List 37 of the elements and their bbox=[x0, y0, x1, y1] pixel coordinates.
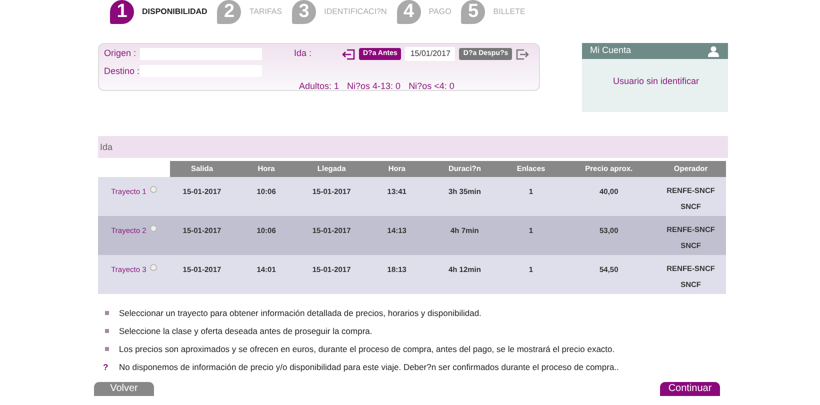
date-field[interactable]: 15/01/2017 bbox=[405, 47, 456, 61]
step-label: PAGO bbox=[428, 6, 452, 18]
bullet-icon bbox=[105, 329, 109, 333]
passenger-count: Adultos: 1 bbox=[299, 80, 340, 93]
question-mark: ? bbox=[103, 360, 110, 374]
passenger-count: Ni?os <4: 0 bbox=[408, 80, 454, 93]
step-number: 2 bbox=[217, 0, 242, 24]
note-text: Seleccionar un trayecto para obtener información detallada de precios, horarios y disponibilidad. bbox=[119, 306, 482, 320]
step-label: IDENTIFICACI?N bbox=[324, 6, 387, 18]
enter-arrow-icon[interactable] bbox=[342, 48, 355, 60]
exit-arrow-icon[interactable] bbox=[516, 48, 530, 60]
note-text: Seleccione la clase y oferta deseada antes de proseguir la compra. bbox=[119, 324, 372, 338]
user-icon bbox=[707, 46, 720, 56]
account-title: Mi Cuenta bbox=[590, 44, 632, 58]
field-label: Destino : bbox=[104, 64, 140, 78]
step-number: 1 bbox=[110, 0, 134, 24]
outbound-label: Ida : bbox=[294, 47, 313, 60]
bullet-icon bbox=[105, 311, 109, 315]
note-text: No disponemos de información de precio y/o disponibilidad para este viaje. Deber?n ser confirmados durante el proceso de compra.. bbox=[119, 360, 619, 374]
step-number: 5 bbox=[461, 0, 486, 24]
passenger-count: Ni?os 4-13: 0 bbox=[347, 80, 401, 93]
step-label: BILLETE bbox=[493, 6, 526, 18]
origin-field[interactable] bbox=[140, 48, 262, 60]
note-text: Los precios son aproximados y se ofrecen en euros, durante el proceso de compra, antes del pago, se le mostrará el precio exacto. bbox=[119, 342, 615, 356]
step-label: TARIFAS bbox=[249, 6, 282, 18]
step-label: DISPONIBILIDAD bbox=[142, 6, 208, 18]
section-header: Ida bbox=[98, 136, 728, 158]
account-user: Usuario sin identificar bbox=[612, 75, 700, 88]
radio-button[interactable] bbox=[150, 264, 158, 271]
continue-button[interactable]: Continuar bbox=[660, 382, 720, 396]
step-number: 3 bbox=[292, 0, 316, 24]
bullet-icon bbox=[105, 347, 109, 351]
back-button[interactable]: Volver bbox=[94, 382, 154, 396]
radio-button[interactable] bbox=[150, 186, 158, 193]
field-label: Origen : bbox=[104, 47, 138, 60]
step-number: 4 bbox=[396, 0, 421, 24]
radio-button[interactable] bbox=[150, 225, 158, 232]
